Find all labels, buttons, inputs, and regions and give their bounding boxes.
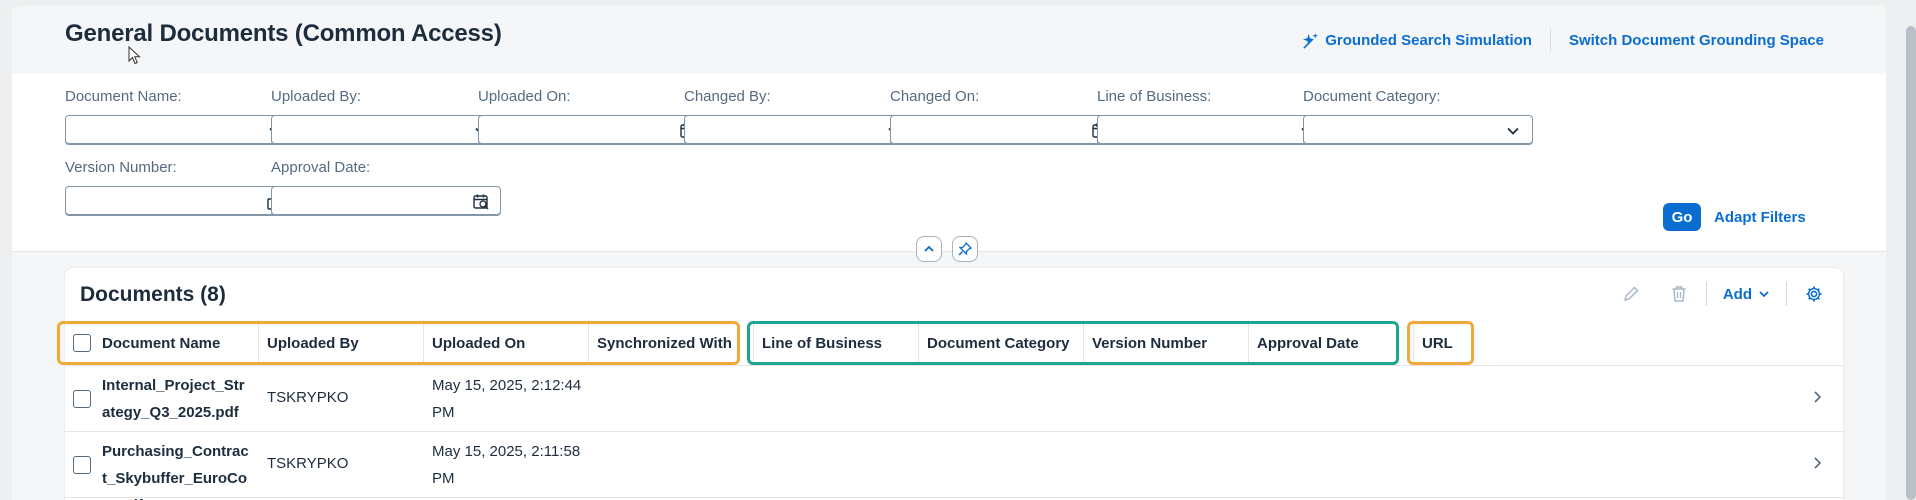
uploaded-on-date-input[interactable] bbox=[478, 115, 708, 145]
document-category-select[interactable] bbox=[1303, 115, 1533, 145]
trash-icon bbox=[1672, 286, 1686, 302]
document-name-select[interactable] bbox=[65, 115, 295, 145]
switch-grounding-space-button[interactable]: Switch Document Grounding Space bbox=[1569, 32, 1824, 49]
cell-uploaded-by: TSKRYPKO bbox=[267, 455, 349, 472]
go-button[interactable]: Go bbox=[1663, 203, 1701, 231]
chevron-down-icon bbox=[1759, 291, 1769, 298]
page-title: General Documents (Common Access) bbox=[65, 20, 502, 47]
changed-by-select[interactable] bbox=[684, 115, 914, 145]
filter-document-name: Document Name: bbox=[65, 88, 295, 145]
filter-version-number: Version Number: bbox=[65, 159, 295, 216]
filter-line-of-business: Line of Business: bbox=[1097, 88, 1327, 145]
vertical-scrollbar[interactable] bbox=[1906, 26, 1916, 500]
filter-label: Document Category: bbox=[1303, 88, 1441, 105]
table-row[interactable]: Internal_Project_Strategy_Q3_2025.pdf TS… bbox=[65, 366, 1843, 432]
gear-icon bbox=[1806, 286, 1822, 302]
pin-icon bbox=[958, 242, 972, 256]
filter-label: Uploaded On: bbox=[478, 88, 571, 105]
cell-document-name: Internal_Project_Strategy_Q3_2025.pdf bbox=[102, 377, 245, 421]
chevron-up-icon bbox=[924, 245, 934, 252]
table-settings-button[interactable] bbox=[1803, 283, 1825, 305]
toolbar-separator bbox=[1705, 282, 1707, 306]
table-header-row: Document Name Uploaded By Uploaded On Sy… bbox=[57, 320, 1843, 366]
pencil-icon bbox=[1623, 286, 1639, 302]
add-label: Add bbox=[1722, 285, 1752, 303]
filter-label: Line of Business: bbox=[1097, 88, 1212, 105]
pin-header-button[interactable] bbox=[952, 236, 978, 262]
highlight-box-teal bbox=[747, 321, 1399, 365]
filter-label: Changed On: bbox=[890, 88, 980, 105]
switch-space-label: Switch Document Grounding Space bbox=[1568, 31, 1824, 49]
cell-uploaded-by: TSKRYPKO bbox=[267, 389, 349, 406]
navigation-arrow-icon[interactable] bbox=[1811, 456, 1823, 470]
table-title: Documents (8) bbox=[80, 283, 226, 306]
filter-changed-on: Changed On: bbox=[890, 88, 1120, 145]
toolbar-separator bbox=[1786, 282, 1787, 306]
filter-changed-by: Changed By: bbox=[684, 88, 914, 145]
version-number-input[interactable] bbox=[65, 186, 295, 216]
calendar-icon[interactable] bbox=[472, 193, 490, 211]
edit-button[interactable] bbox=[1620, 283, 1642, 305]
table-toolbar: Add bbox=[1594, 282, 1825, 306]
row-checkbox[interactable] bbox=[73, 390, 91, 408]
sparkle-icon bbox=[1303, 32, 1319, 49]
documents-table: Documents (8) Add Document Name Uploaded… bbox=[57, 268, 1843, 500]
row-checkbox[interactable] bbox=[73, 456, 91, 474]
app-frame: General Documents (Common Access) Ground… bbox=[12, 6, 1886, 500]
header-toggle-buttons bbox=[916, 236, 988, 262]
navigation-arrow-icon[interactable] bbox=[1811, 390, 1823, 404]
adapt-filters-button[interactable]: Adapt Filters bbox=[1714, 209, 1806, 226]
highlight-box-orange-url bbox=[1407, 321, 1474, 365]
changed-on-date-input[interactable] bbox=[890, 115, 1120, 145]
line-of-business-select[interactable] bbox=[1097, 115, 1327, 145]
chevron-down-icon bbox=[1507, 127, 1519, 135]
filter-label: Changed By: bbox=[684, 88, 771, 105]
delete-button[interactable] bbox=[1668, 283, 1690, 305]
table-row[interactable]: Purchasing_Contract_Skybuffer_EuroCoat.p… bbox=[65, 432, 1843, 500]
filter-document-category: Document Category: bbox=[1303, 88, 1533, 145]
add-button[interactable]: Add bbox=[1723, 286, 1770, 303]
uploaded-by-select[interactable] bbox=[271, 115, 501, 145]
filter-uploaded-by: Uploaded By: bbox=[271, 88, 501, 145]
filter-label: Approval Date: bbox=[271, 159, 371, 176]
grounded-search-simulation-button[interactable]: Grounded Search Simulation bbox=[1302, 32, 1532, 49]
highlight-box-orange bbox=[57, 321, 740, 365]
header-actions: Grounded Search Simulation Switch Docume… bbox=[1302, 28, 1824, 52]
collapse-header-button[interactable] bbox=[916, 236, 942, 262]
page-header: General Documents (Common Access) Ground… bbox=[12, 6, 1886, 74]
filter-uploaded-on: Uploaded On: bbox=[478, 88, 708, 145]
cell-uploaded-on: May 15, 2025, 2:11:58 PM bbox=[432, 443, 581, 487]
filter-label: Document Name: bbox=[65, 88, 182, 105]
filter-bar: Document Name: Uploaded By: Uploaded On:… bbox=[12, 74, 1886, 252]
grounded-search-label: Grounded Search Simulation bbox=[1325, 31, 1532, 49]
cell-document-name: Purchasing_Contract_Skybuffer_EuroCoat.p… bbox=[102, 443, 249, 500]
approval-date-input[interactable] bbox=[271, 186, 501, 216]
header-separator bbox=[1549, 28, 1551, 52]
filter-label: Uploaded By: bbox=[271, 88, 362, 105]
mouse-cursor-icon bbox=[128, 46, 141, 65]
filter-label: Version Number: bbox=[65, 159, 177, 176]
filter-approval-date: Approval Date: bbox=[271, 159, 501, 216]
cell-uploaded-on: May 15, 2025, 2:12:44 PM bbox=[432, 377, 582, 421]
